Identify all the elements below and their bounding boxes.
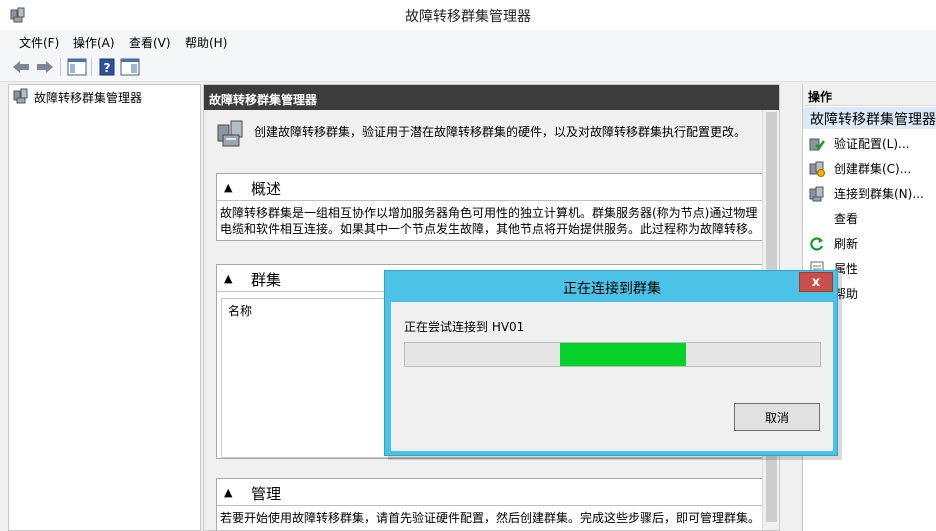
cluster-manager-icon: [13, 88, 29, 107]
action-label: 验证配置(L)...: [834, 137, 910, 151]
refresh-icon: [809, 236, 825, 252]
menu-action[interactable]: 操作(A): [73, 34, 115, 51]
show-hide-console-tree-icon[interactable]: [65, 55, 89, 79]
collapse-caret-icon[interactable]: ▲: [224, 486, 232, 499]
connect-cluster-icon: [809, 186, 825, 202]
help-icon[interactable]: ?: [95, 55, 119, 79]
intro: 创建故障转移群集，验证用于潜在故障转移群集的硬件，以及对故障转移群集执行配置更改…: [216, 119, 746, 152]
console-tree: 故障转移群集管理器: [8, 84, 201, 531]
clusters-title: 群集: [251, 271, 282, 289]
tree-item-label: 故障转移群集管理器: [34, 91, 143, 105]
toolbar-separator: [60, 58, 61, 76]
show-hide-action-pane-icon[interactable]: [118, 55, 142, 79]
overview-text: 故障转移群集是一组相互协作以增加服务器角色可用性的独立计算机。群集服务器(称为节…: [220, 206, 761, 236]
menu-file[interactable]: 文件(F): [19, 34, 59, 51]
back-arrow-icon[interactable]: [9, 55, 33, 79]
forward-arrow-icon[interactable]: [33, 55, 57, 79]
center-pane-header: 故障转移群集管理器: [204, 85, 779, 110]
progress-bar: [404, 342, 821, 367]
action-connect-cluster[interactable]: 连接到群集(N)...: [803, 181, 936, 206]
toolbar: ?: [0, 52, 936, 82]
manage-section: ▲ 管理 若要开始使用故障转移群集，请首先验证硬件配置，然后创建群集。完成这些步…: [216, 478, 770, 530]
overview-title: 概述: [251, 180, 282, 198]
close-button[interactable]: x: [799, 272, 833, 292]
manage-text: 若要开始使用故障转移群集，请首先验证硬件配置，然后创建群集。完成这些步骤后，即可…: [220, 511, 761, 525]
manage-title: 管理: [251, 485, 282, 503]
svg-text:?: ?: [104, 61, 111, 75]
menu-bar: 文件(F) 操作(A) 查看(V) 帮助(H): [0, 30, 936, 52]
overview-header[interactable]: ▲ 概述: [217, 174, 769, 201]
cancel-button[interactable]: 取消: [734, 403, 820, 431]
column-header-name[interactable]: 名称: [228, 302, 252, 319]
action-view[interactable]: 查看: [803, 206, 936, 231]
action-label: 创建群集(C)...: [834, 162, 912, 176]
progress-fill: [559, 343, 687, 366]
validate-configuration-icon: [809, 136, 825, 152]
toolbar-separator: [91, 58, 92, 76]
menu-view[interactable]: 查看(V): [129, 34, 171, 51]
action-validate-configuration[interactable]: 验证配置(L)...: [803, 131, 936, 156]
dialog-title: 正在连接到群集: [563, 281, 661, 297]
intro-text: 创建故障转移群集，验证用于潜在故障转移群集的硬件，以及对故障转移群集执行配置更改…: [254, 125, 747, 139]
tree-item-cluster-manager[interactable]: 故障转移群集管理器: [13, 88, 142, 107]
create-cluster-icon: [809, 161, 825, 177]
overview-section: ▲ 概述 故障转移群集是一组相互协作以增加服务器角色可用性的独立计算机。群集服务…: [216, 173, 770, 241]
action-label: 连接到群集(N)...: [834, 187, 924, 201]
menu-help[interactable]: 帮助(H): [185, 34, 227, 51]
connecting-dialog: 正在连接到群集 x 正在尝试连接到 HV01 取消: [384, 270, 838, 456]
title-bar: 故障转移群集管理器: [0, 0, 936, 30]
dialog-body: 正在尝试连接到 HV01 取消: [391, 302, 833, 451]
window-title: 故障转移群集管理器: [405, 9, 531, 25]
action-create-cluster[interactable]: 创建群集(C)...: [803, 156, 936, 181]
dialog-status-text: 正在尝试连接到 HV01: [404, 320, 525, 334]
manage-header[interactable]: ▲ 管理: [217, 479, 769, 506]
actions-header: 操作: [803, 84, 936, 106]
action-label: 查看: [834, 212, 859, 226]
collapse-caret-icon[interactable]: ▲: [224, 272, 232, 285]
action-label: 刷新: [834, 237, 859, 251]
action-refresh[interactable]: 刷新: [803, 231, 936, 256]
collapse-caret-icon[interactable]: ▲: [224, 181, 232, 194]
actions-group-title[interactable]: 故障转移群集管理器: [803, 107, 936, 129]
close-icon: x: [811, 274, 821, 290]
cluster-servers-icon: [216, 119, 246, 152]
